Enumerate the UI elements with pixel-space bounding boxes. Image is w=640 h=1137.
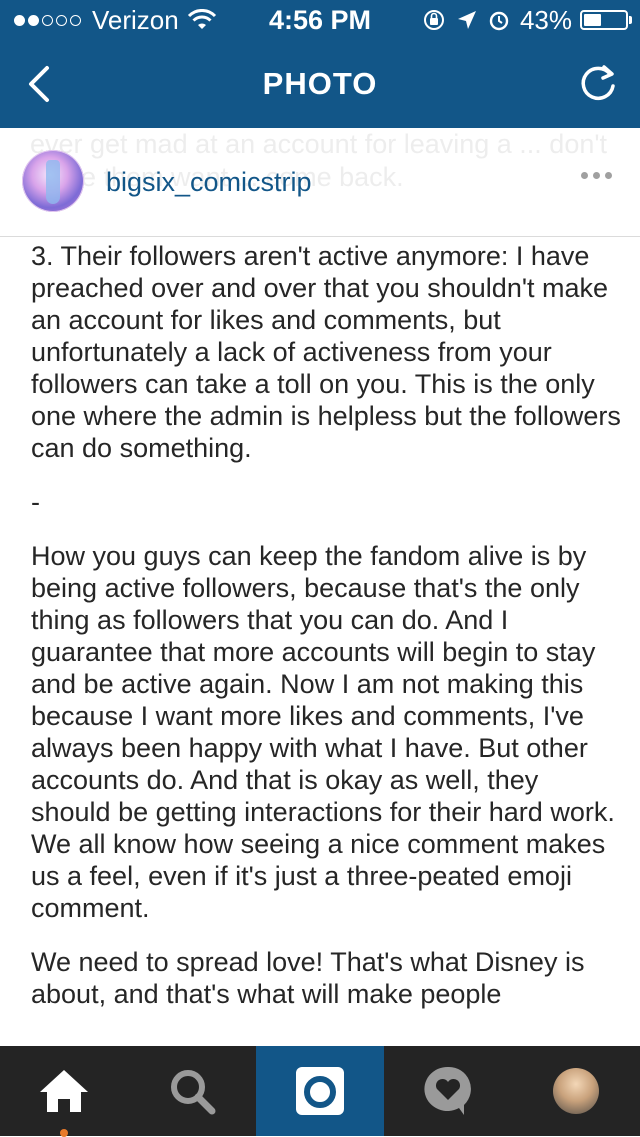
page-title: PHOTO bbox=[262, 66, 378, 101]
more-options-button[interactable] bbox=[576, 172, 612, 179]
camera-icon bbox=[296, 1067, 344, 1115]
username-link[interactable]: bigsix_comicstrip bbox=[106, 128, 312, 236]
top-header: Verizon 4:56 PM 43% PHOTO bbox=[0, 0, 640, 128]
alarm-icon bbox=[489, 11, 509, 31]
post-caption: 3. Their followers aren't active anymore… bbox=[31, 240, 621, 1010]
battery-icon bbox=[580, 10, 632, 30]
caption-paragraph: We need to spread love! That's what Disn… bbox=[31, 947, 585, 1009]
search-icon bbox=[171, 1070, 216, 1115]
profile-avatar bbox=[553, 1068, 599, 1114]
location-arrow-icon bbox=[457, 11, 476, 29]
battery-fill bbox=[584, 14, 601, 26]
refresh-button[interactable] bbox=[570, 56, 626, 112]
activity-icon bbox=[424, 1066, 471, 1115]
refresh-icon bbox=[581, 65, 615, 101]
status-right: 43% bbox=[422, 0, 632, 40]
tab-search[interactable] bbox=[128, 1046, 256, 1136]
avatar-figure bbox=[46, 160, 60, 204]
more-dot bbox=[593, 172, 600, 179]
user-avatar[interactable] bbox=[22, 150, 84, 212]
caption-separator: - bbox=[31, 487, 40, 517]
caption-paragraph: How you guys can keep the fandom alive i… bbox=[31, 541, 615, 923]
tab-home[interactable] bbox=[0, 1046, 128, 1137]
status-bar: Verizon 4:56 PM 43% bbox=[0, 0, 640, 40]
more-dot bbox=[605, 172, 612, 179]
tab-profile[interactable] bbox=[512, 1046, 640, 1136]
battery-percent: 43% bbox=[519, 5, 572, 35]
home-icon bbox=[40, 1070, 88, 1112]
tab-bar bbox=[0, 1046, 640, 1137]
more-dot bbox=[581, 172, 588, 179]
post-content[interactable]: ever get mad at an account for leaving a… bbox=[0, 128, 640, 1046]
tab-activity[interactable] bbox=[384, 1046, 512, 1136]
orientation-lock-icon bbox=[423, 10, 444, 30]
post-header: bigsix_comicstrip bbox=[0, 128, 640, 237]
nav-bar: PHOTO bbox=[0, 40, 640, 128]
tab-camera[interactable] bbox=[256, 1046, 384, 1136]
caption-paragraph: 3. Their followers aren't active anymore… bbox=[31, 241, 621, 463]
